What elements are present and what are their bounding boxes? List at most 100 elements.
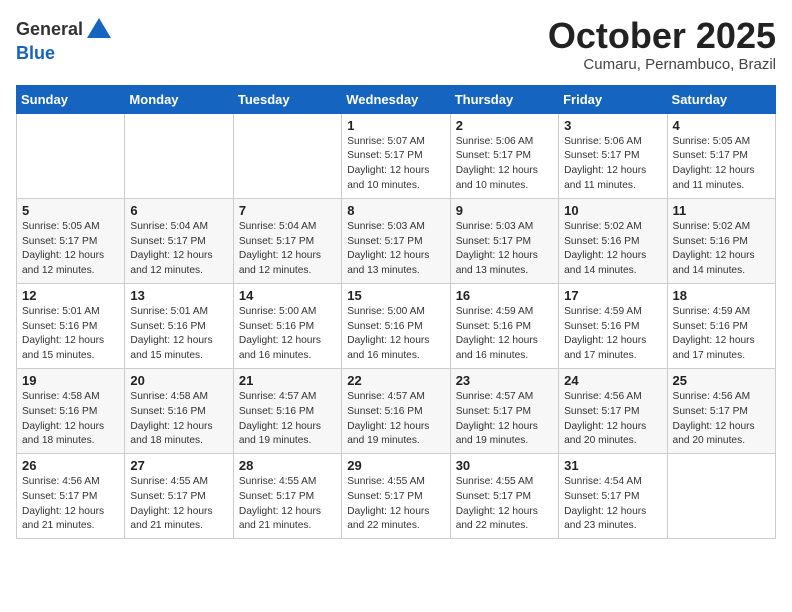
day-number: 2 bbox=[456, 118, 553, 133]
weekday-header-monday: Monday bbox=[125, 85, 233, 113]
day-number: 27 bbox=[130, 458, 227, 473]
weekday-header-wednesday: Wednesday bbox=[342, 85, 450, 113]
calendar-cell bbox=[233, 113, 341, 198]
day-info: Sunrise: 4:58 AM Sunset: 5:16 PM Dayligh… bbox=[22, 390, 119, 449]
day-number: 25 bbox=[673, 373, 770, 388]
day-info: Sunrise: 5:06 AM Sunset: 5:17 PM Dayligh… bbox=[456, 135, 553, 194]
calendar-week-4: 19 Sunrise: 4:58 AM Sunset: 5:16 PM Dayli… bbox=[17, 368, 776, 453]
calendar-cell: 2 Sunrise: 5:06 AM Sunset: 5:17 PM Daylig… bbox=[450, 113, 558, 198]
logo: General Blue bbox=[16, 16, 115, 64]
calendar-cell: 25 Sunrise: 4:56 AM Sunset: 5:17 PM Dayli… bbox=[667, 368, 775, 453]
day-number: 29 bbox=[347, 458, 444, 473]
day-number: 8 bbox=[347, 203, 444, 218]
calendar-cell: 14 Sunrise: 5:00 AM Sunset: 5:16 PM Dayli… bbox=[233, 283, 341, 368]
day-number: 20 bbox=[130, 373, 227, 388]
day-info: Sunrise: 5:04 AM Sunset: 5:17 PM Dayligh… bbox=[130, 220, 227, 279]
day-number: 15 bbox=[347, 288, 444, 303]
weekday-header-thursday: Thursday bbox=[450, 85, 558, 113]
calendar-cell: 20 Sunrise: 4:58 AM Sunset: 5:16 PM Dayli… bbox=[125, 368, 233, 453]
calendar-cell: 10Sunrise: 5:02 AM Sunset: 5:16 PM Dayli… bbox=[559, 198, 667, 283]
calendar-cell: 26Sunrise: 4:56 AM Sunset: 5:17 PM Dayli… bbox=[17, 454, 125, 539]
day-number: 21 bbox=[239, 373, 336, 388]
month-title: October 2025 bbox=[548, 16, 776, 56]
calendar-week-3: 12 Sunrise: 5:01 AM Sunset: 5:16 PM Dayli… bbox=[17, 283, 776, 368]
day-number: 22 bbox=[347, 373, 444, 388]
day-info: Sunrise: 4:57 AM Sunset: 5:17 PM Dayligh… bbox=[456, 390, 553, 449]
calendar-cell: 22 Sunrise: 4:57 AM Sunset: 5:16 PM Dayli… bbox=[342, 368, 450, 453]
calendar-cell: 13Sunrise: 5:01 AM Sunset: 5:16 PM Dayli… bbox=[125, 283, 233, 368]
day-number: 11 bbox=[673, 203, 770, 218]
page-header: General Blue October 2025 Cumaru, Pernam… bbox=[16, 16, 776, 73]
logo-blue: Blue bbox=[16, 43, 55, 63]
day-info: Sunrise: 5:03 AM Sunset: 5:17 PM Dayligh… bbox=[347, 220, 444, 279]
calendar-cell: 8 Sunrise: 5:03 AM Sunset: 5:17 PM Daylig… bbox=[342, 198, 450, 283]
calendar-header-row: SundayMondayTuesdayWednesdayThursdayFrid… bbox=[17, 85, 776, 113]
day-number: 3 bbox=[564, 118, 661, 133]
day-info: Sunrise: 5:02 AM Sunset: 5:16 PM Dayligh… bbox=[673, 220, 770, 279]
day-number: 9 bbox=[456, 203, 553, 218]
day-number: 18 bbox=[673, 288, 770, 303]
weekday-header-saturday: Saturday bbox=[667, 85, 775, 113]
day-info: Sunrise: 5:02 AM Sunset: 5:16 PM Dayligh… bbox=[564, 220, 661, 279]
calendar-cell: 17Sunrise: 4:59 AM Sunset: 5:16 PM Dayli… bbox=[559, 283, 667, 368]
calendar-cell: 19 Sunrise: 4:58 AM Sunset: 5:16 PM Dayli… bbox=[17, 368, 125, 453]
calendar-cell: 4Sunrise: 5:05 AM Sunset: 5:17 PM Daylig… bbox=[667, 113, 775, 198]
calendar-cell: 7 Sunrise: 5:04 AM Sunset: 5:17 PM Daylig… bbox=[233, 198, 341, 283]
day-info: Sunrise: 5:05 AM Sunset: 5:17 PM Dayligh… bbox=[22, 220, 119, 279]
calendar-cell: 3 Sunrise: 5:06 AM Sunset: 5:17 PM Daylig… bbox=[559, 113, 667, 198]
day-info: Sunrise: 4:59 AM Sunset: 5:16 PM Dayligh… bbox=[564, 305, 661, 364]
day-info: Sunrise: 5:04 AM Sunset: 5:17 PM Dayligh… bbox=[239, 220, 336, 279]
day-info: Sunrise: 5:00 AM Sunset: 5:16 PM Dayligh… bbox=[347, 305, 444, 364]
day-info: Sunrise: 5:03 AM Sunset: 5:17 PM Dayligh… bbox=[456, 220, 553, 279]
calendar-body: 1 Sunrise: 5:07 AM Sunset: 5:17 PM Daylig… bbox=[17, 113, 776, 539]
day-number: 12 bbox=[22, 288, 119, 303]
calendar-cell bbox=[17, 113, 125, 198]
calendar-cell: 28Sunrise: 4:55 AM Sunset: 5:17 PM Dayli… bbox=[233, 454, 341, 539]
day-number: 24 bbox=[564, 373, 661, 388]
day-info: Sunrise: 5:00 AM Sunset: 5:16 PM Dayligh… bbox=[239, 305, 336, 364]
calendar-cell: 31Sunrise: 4:54 AM Sunset: 5:17 PM Dayli… bbox=[559, 454, 667, 539]
day-info: Sunrise: 4:59 AM Sunset: 5:16 PM Dayligh… bbox=[673, 305, 770, 364]
calendar-week-5: 26Sunrise: 4:56 AM Sunset: 5:17 PM Dayli… bbox=[17, 454, 776, 539]
calendar-table: SundayMondayTuesdayWednesdayThursdayFrid… bbox=[16, 85, 776, 540]
calendar-cell: 21 Sunrise: 4:57 AM Sunset: 5:16 PM Dayli… bbox=[233, 368, 341, 453]
weekday-header-sunday: Sunday bbox=[17, 85, 125, 113]
calendar-cell: 30Sunrise: 4:55 AM Sunset: 5:17 PM Dayli… bbox=[450, 454, 558, 539]
day-info: Sunrise: 5:01 AM Sunset: 5:16 PM Dayligh… bbox=[130, 305, 227, 364]
calendar-cell: 27 Sunrise: 4:55 AM Sunset: 5:17 PM Dayli… bbox=[125, 454, 233, 539]
weekday-header-tuesday: Tuesday bbox=[233, 85, 341, 113]
day-number: 23 bbox=[456, 373, 553, 388]
calendar-cell: 18 Sunrise: 4:59 AM Sunset: 5:16 PM Dayli… bbox=[667, 283, 775, 368]
calendar-cell: 29 Sunrise: 4:55 AM Sunset: 5:17 PM Dayli… bbox=[342, 454, 450, 539]
calendar-cell bbox=[667, 454, 775, 539]
day-number: 28 bbox=[239, 458, 336, 473]
day-number: 19 bbox=[22, 373, 119, 388]
day-info: Sunrise: 5:07 AM Sunset: 5:17 PM Dayligh… bbox=[347, 135, 444, 194]
calendar-cell: 1 Sunrise: 5:07 AM Sunset: 5:17 PM Daylig… bbox=[342, 113, 450, 198]
day-info: Sunrise: 4:56 AM Sunset: 5:17 PM Dayligh… bbox=[564, 390, 661, 449]
weekday-header-friday: Friday bbox=[559, 85, 667, 113]
day-info: Sunrise: 4:57 AM Sunset: 5:16 PM Dayligh… bbox=[239, 390, 336, 449]
day-number: 31 bbox=[564, 458, 661, 473]
day-info: Sunrise: 5:01 AM Sunset: 5:16 PM Dayligh… bbox=[22, 305, 119, 364]
day-number: 1 bbox=[347, 118, 444, 133]
day-number: 30 bbox=[456, 458, 553, 473]
calendar-cell: 15 Sunrise: 5:00 AM Sunset: 5:16 PM Dayli… bbox=[342, 283, 450, 368]
day-info: Sunrise: 4:55 AM Sunset: 5:17 PM Dayligh… bbox=[347, 475, 444, 534]
day-info: Sunrise: 4:55 AM Sunset: 5:17 PM Dayligh… bbox=[130, 475, 227, 534]
day-number: 7 bbox=[239, 203, 336, 218]
day-info: Sunrise: 4:57 AM Sunset: 5:16 PM Dayligh… bbox=[347, 390, 444, 449]
title-block: October 2025 Cumaru, Pernambuco, Brazil bbox=[548, 16, 776, 73]
day-info: Sunrise: 4:58 AM Sunset: 5:16 PM Dayligh… bbox=[130, 390, 227, 449]
day-info: Sunrise: 4:56 AM Sunset: 5:17 PM Dayligh… bbox=[673, 390, 770, 449]
calendar-week-1: 1 Sunrise: 5:07 AM Sunset: 5:17 PM Daylig… bbox=[17, 113, 776, 198]
calendar-cell: 16Sunrise: 4:59 AM Sunset: 5:16 PM Dayli… bbox=[450, 283, 558, 368]
day-info: Sunrise: 4:59 AM Sunset: 5:16 PM Dayligh… bbox=[456, 305, 553, 364]
calendar-cell: 6Sunrise: 5:04 AM Sunset: 5:17 PM Daylig… bbox=[125, 198, 233, 283]
logo-general: General bbox=[16, 19, 83, 39]
location-subtitle: Cumaru, Pernambuco, Brazil bbox=[548, 56, 776, 73]
calendar-cell: 11 Sunrise: 5:02 AM Sunset: 5:16 PM Dayli… bbox=[667, 198, 775, 283]
day-info: Sunrise: 5:06 AM Sunset: 5:17 PM Dayligh… bbox=[564, 135, 661, 194]
day-number: 14 bbox=[239, 288, 336, 303]
calendar-week-2: 5Sunrise: 5:05 AM Sunset: 5:17 PM Daylig… bbox=[17, 198, 776, 283]
